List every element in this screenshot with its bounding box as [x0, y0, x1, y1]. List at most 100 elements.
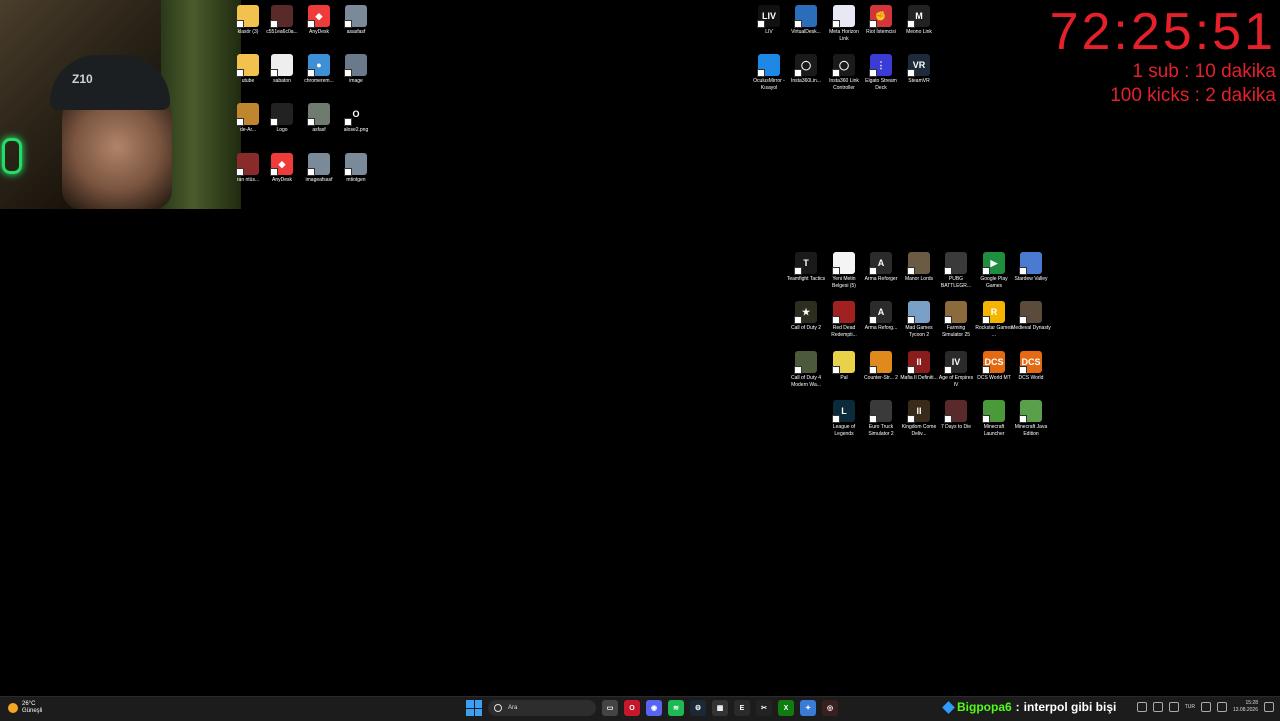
call-of-duty-2-icon: ★ — [794, 301, 817, 324]
desktop-icon-arma-reforg[interactable]: A Arma Reforg... — [861, 301, 901, 332]
desktop-icon-age-of-empires-iv[interactable]: IV Age of Empires IV — [936, 351, 976, 389]
utube-icon — [236, 54, 259, 77]
desktop-icon-c551ea6c0a[interactable]: c551ea6c0a... — [262, 5, 302, 36]
counter-str-2-icon — [869, 351, 892, 374]
desktop-icon-imageafsasf[interactable]: imageafsasf — [299, 153, 339, 184]
desktop-icon-yeni-metin-belgesi-5[interactable]: Yeni Metin Belgesi (5) — [824, 252, 864, 290]
icon-label: Teamfight Tactics — [786, 276, 826, 282]
taskbar: 26°C Güneşli Ara ▭ O ◉ ≋ ⚙ ▦ E ✂ X ✦ ◎ Bigpopa6 : … — [0, 696, 1280, 721]
desktop-icon-sabaton[interactable]: sabaton — [262, 54, 302, 85]
desktop-icon-asfasf[interactable]: asfasf — [299, 103, 339, 134]
desktop-icon-minecraft-launcher[interactable]: Minecraft Launcher — [974, 400, 1014, 438]
network-icon[interactable] — [1152, 702, 1163, 712]
desktop-icon-mafia-ii-definiti[interactable]: II Mafia II Definiti... — [899, 351, 939, 382]
ran-nt-s-icon — [236, 153, 259, 176]
desktop-icon-riot-i-stemcisi[interactable]: ✊ Riot İstemcisi — [861, 5, 901, 36]
copilot-taskbar-icon[interactable]: ✦ — [800, 700, 816, 716]
desktop-icon-liv[interactable]: LIV LIV — [749, 5, 789, 36]
clock-time: 15:28 — [1245, 700, 1258, 706]
desktop-icon-call-of-duty-4-modern-wa[interactable]: Call of Duty 4 Modern Wa... — [786, 351, 826, 389]
desktop-icon-meono-link[interactable]: M Meono Link — [899, 5, 939, 36]
capcut-taskbar-icon[interactable]: ✂ — [756, 700, 772, 716]
desktop-icon-virtualdesk[interactable]: VirtualDesk... — [786, 5, 826, 36]
desktop-icon-asasfasf[interactable]: asasfasf — [336, 5, 376, 36]
medieval-dynasty-icon — [1019, 301, 1042, 324]
desktop-icon-counter-str-2[interactable]: Counter-Str... 2 — [861, 351, 901, 382]
yeni-metin-belgesi-5-icon — [832, 252, 855, 275]
headset-light — [2, 138, 22, 174]
clock[interactable]: 15:28 13.08.2026 — [1233, 700, 1258, 714]
icon-label: Insta360 Link Controller — [829, 78, 859, 91]
icon-label: Euro Truck Simulator 2 — [868, 424, 894, 437]
euro-truck-simulator-2-icon — [869, 400, 892, 423]
desktop-icon-anydesk[interactable]: ◆ AnyDesk — [299, 5, 339, 36]
steam-taskbar-icon[interactable]: ⚙ — [690, 700, 706, 716]
desktop-icon-teamfight-tactics[interactable]: T Teamfight Tactics — [786, 252, 826, 283]
task-view-taskbar-icon[interactable]: ▭ — [602, 700, 618, 716]
desktop-icon-red-dead-redempti[interactable]: Red Dead Redempti... — [824, 301, 864, 339]
desktop-icon-insta360-link-controller[interactable]: ◯ Insta360 Link Controller — [824, 54, 864, 92]
virtualdesk-icon — [794, 5, 817, 28]
elgato-stream-deck-icon: ⋮ — [869, 54, 892, 77]
steamvr-icon: VR — [907, 54, 930, 77]
mad-games-tycoon-2-icon — [907, 301, 930, 324]
desktop-icon-rockstar-games[interactable]: R Rockstar Games ... — [974, 301, 1014, 339]
search-box[interactable]: Ara — [488, 700, 596, 716]
kingdom-come-deliv-icon: II — [907, 400, 930, 423]
desktop-icon-dcs-world-mt[interactable]: DCS DCS World MT — [974, 351, 1014, 382]
obs-taskbar-icon[interactable]: ◎ — [822, 700, 838, 716]
desktop-icon-medieval-dynasty[interactable]: Medieval Dynasty — [1011, 301, 1051, 332]
desktop-icon-league-of-legends[interactable]: L League of Legends — [824, 400, 864, 438]
start-button[interactable] — [466, 700, 482, 716]
desktop-icon-oculusmirror-k-sayol[interactable]: OculusMirror - Kısayol — [749, 54, 789, 92]
desktop-icon-minecraft-java-edition[interactable]: Minecraft Java Edition — [1011, 400, 1051, 438]
arma-reforger-icon: A — [869, 252, 892, 275]
pal-icon — [832, 351, 855, 374]
show-hidden-icons-icon[interactable] — [1136, 702, 1147, 712]
desktop-icon-alose2-png[interactable]: Oalose2.png — [336, 103, 376, 134]
desktop-icon-elgato-stream-deck[interactable]: ⋮ Elgato Stream Deck — [861, 54, 901, 92]
search-icon — [494, 704, 502, 712]
discord-taskbar-icon[interactable]: ◉ — [646, 700, 662, 716]
notifications-icon[interactable] — [1264, 702, 1274, 712]
desktop-icon-meta-horizon-link[interactable]: Meta Horizon Link — [824, 5, 864, 43]
desktop-icon-mad-games-tycoon-2[interactable]: Mad Games Tycoon 2 — [899, 301, 939, 339]
weather-widget[interactable]: 26°C Güneşli — [8, 701, 42, 715]
desktop-icon-image[interactable]: image — [336, 54, 376, 85]
countdown-timer: 72:25:51 — [1049, 3, 1276, 61]
capture-taskbar-icon[interactable]: ▦ — [712, 700, 728, 716]
mic-icon[interactable] — [1168, 702, 1179, 712]
desktop-icon-7-days-to-die[interactable]: 7 Days to Die — [936, 400, 976, 431]
desktop-icon-manor-lords[interactable]: Manor Lords — [899, 252, 939, 283]
desktop-icon-logo[interactable]: Logo — [262, 103, 302, 134]
liv-icon: LIV — [757, 5, 780, 28]
language-indicator[interactable]: TUR — [1185, 704, 1195, 710]
desktop-icon-google-play-games[interactable]: ▶ Google Play Games — [974, 252, 1014, 290]
spotify-taskbar-icon[interactable]: ≋ — [668, 700, 684, 716]
desktop-icon-dcs-world[interactable]: DCS DCS World — [1011, 351, 1051, 382]
icon-label: Pal — [840, 375, 848, 381]
desktop-icon-pubg-battlegr[interactable]: PUBG BATTLEGR... — [936, 252, 976, 290]
desktop-icon-insta360lin[interactable]: ◯ Insta360Lin... — [786, 54, 826, 85]
desktop-icon-pal[interactable]: Pal — [824, 351, 864, 382]
call-of-duty-4-modern-wa-icon — [794, 351, 817, 374]
desktop-icon-farming-simulator-25[interactable]: Farming Simulator 25 — [936, 301, 976, 339]
dcs-world-mt-icon: DCS — [982, 351, 1005, 374]
desktop-icon-stardew-valley[interactable]: Stardew Valley — [1011, 252, 1051, 283]
desktop-icon-arma-reforger[interactable]: A Arma Reforger — [861, 252, 901, 283]
desktop-icon-anydesk[interactable]: ◆ AnyDesk — [262, 153, 302, 184]
meta-horizon-link-icon — [832, 5, 855, 28]
desktop-icon-mtiotgen[interactable]: mtiotgen — [336, 153, 376, 184]
desktop-icon-euro-truck-simulator-2[interactable]: Euro Truck Simulator 2 — [861, 400, 901, 438]
desktop-icon-call-of-duty-2[interactable]: ★ Call of Duty 2 — [786, 301, 826, 332]
desktop-icon-steamvr[interactable]: VR SteamVR — [899, 54, 939, 85]
wifi-icon[interactable] — [1200, 702, 1211, 712]
opera-gx-taskbar-icon[interactable]: O — [624, 700, 640, 716]
desktop-icon-chromerem[interactable]: ● chromerem... — [299, 54, 339, 85]
desktop-icon-kingdom-come-deliv[interactable]: II Kingdom Come Deliv... — [899, 400, 939, 438]
epic-taskbar-icon[interactable]: E — [734, 700, 750, 716]
volume-icon[interactable] — [1216, 702, 1227, 712]
xbox-taskbar-icon[interactable]: X — [778, 700, 794, 716]
insta360-link-controller-icon: ◯ — [832, 54, 855, 77]
goal-sub: 1 sub : 10 dakika — [1132, 61, 1276, 82]
